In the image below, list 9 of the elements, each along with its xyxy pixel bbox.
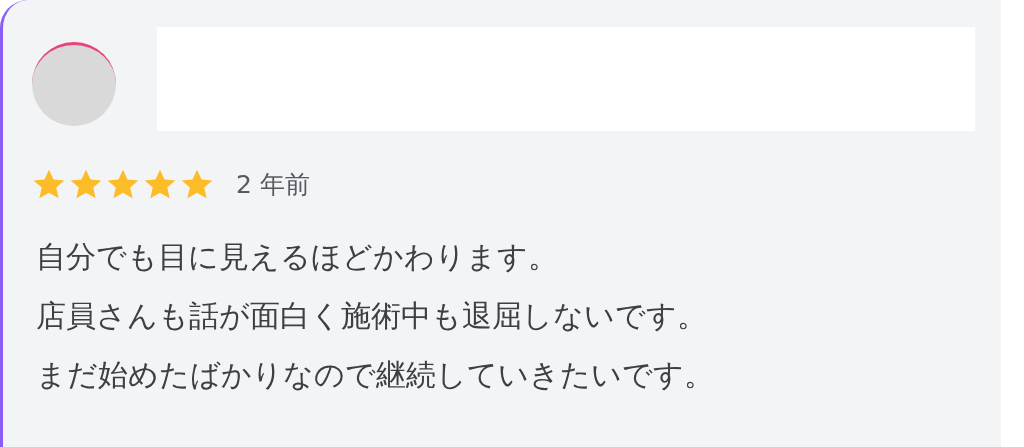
review-line: 店員さんも話が面白く施術中も退屈しないです。 [36, 297, 707, 335]
review-line: 自分でも目に見えるほどかわります。 [36, 238, 558, 276]
star-icon [106, 168, 140, 201]
star-icon [69, 168, 103, 201]
star-icon [32, 168, 66, 201]
star-icon [143, 168, 177, 201]
star-icon [180, 168, 214, 201]
review-time: 2 年前 [236, 169, 310, 201]
review-line: まだ始めたばかりなので継続していきたいです。 [36, 356, 714, 394]
